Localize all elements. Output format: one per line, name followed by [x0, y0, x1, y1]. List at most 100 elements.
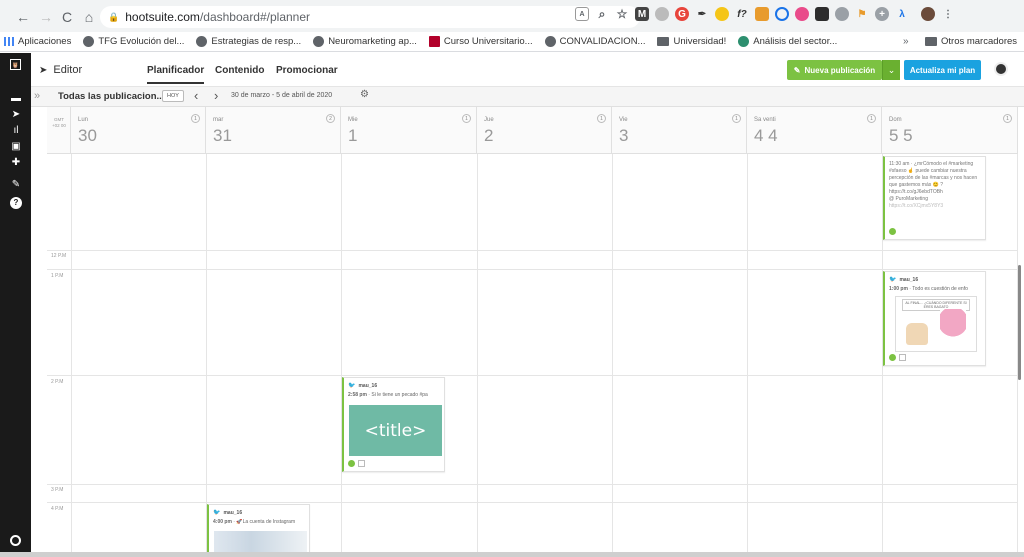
ext-dark-icon[interactable]: [815, 7, 829, 21]
publisher-icon[interactable]: ➤: [10, 109, 22, 121]
scheduled-post-card[interactable]: 🐦 mau_16 2:58 pm · Si le tiene un pecado …: [342, 377, 445, 472]
ext-blue-ring-icon[interactable]: [775, 7, 789, 21]
ext-heart-icon[interactable]: [795, 7, 809, 21]
twitter-icon: 🐦: [889, 277, 897, 283]
home-button[interactable]: ⌂: [78, 6, 100, 28]
ext-plus-icon[interactable]: +: [875, 7, 889, 21]
day-header[interactable]: Sa venti 4 4 1: [747, 107, 882, 154]
bookmark-item[interactable]: Análisis del sector...: [738, 36, 837, 47]
bookmark-item[interactable]: Universidad!: [657, 36, 726, 47]
other-bookmarks[interactable]: Otros marcadores: [925, 36, 1017, 47]
new-post-dropdown[interactable]: ⌄: [882, 60, 900, 80]
zoom-icon[interactable]: ⌕: [595, 7, 609, 21]
grid-divider: [341, 154, 342, 552]
post-text: 1:00 pm · Todo es cuestión de enfo: [889, 286, 968, 292]
next-week-button[interactable]: ›: [214, 88, 218, 103]
pen-ext-icon[interactable]: ✒: [695, 7, 709, 21]
tab-planner[interactable]: Planificador: [147, 65, 205, 84]
globe-icon: [738, 36, 750, 47]
streams-icon[interactable]: ▬: [10, 93, 22, 105]
day-number: 4 4: [754, 126, 778, 145]
star-icon[interactable]: ☆: [615, 7, 629, 21]
grid-divider: [47, 502, 1018, 503]
cupcake-plain-illustration: [906, 323, 928, 345]
profile-icon[interactable]: [10, 535, 21, 546]
ext-gray-icon[interactable]: [655, 7, 669, 21]
post-text: 11:30 am · ¿mrCómodo el #marketing #sfae…: [889, 161, 978, 195]
help-icon[interactable]: ?: [10, 197, 22, 209]
twitter-icon: 🐦: [348, 383, 356, 389]
owl-logo-icon[interactable]: 🦉: [10, 59, 21, 70]
bookmark-label: TFG Evolución del...: [98, 36, 185, 47]
expand-sidebar-button[interactable]: »: [34, 90, 40, 102]
globe-icon: [196, 36, 208, 47]
grid-divider: [47, 375, 1018, 376]
day-header[interactable]: Lun 30 1: [71, 107, 206, 154]
editor-link[interactable]: ➤ Editor: [39, 64, 82, 76]
forward-button[interactable]: →: [35, 6, 57, 28]
prev-week-button[interactable]: ‹: [194, 88, 198, 103]
day-header[interactable]: Jue 2 1: [477, 107, 612, 154]
tab-content[interactable]: Contenido: [215, 65, 264, 76]
reload-button[interactable]: C: [56, 6, 78, 28]
scheduled-post-card[interactable]: 🐦 mau_16 1:00 pm · Todo es cuestión de en…: [883, 271, 986, 366]
bookmark-item[interactable]: TFG Evolución del...: [83, 36, 184, 47]
day-header[interactable]: Dom 5 5 1: [882, 107, 1018, 154]
ext-orange-icon[interactable]: [755, 7, 769, 21]
bookmark-label: Análisis del sector...: [753, 36, 838, 47]
apps-icon[interactable]: ✚: [10, 157, 22, 169]
calendar-scrollbar[interactable]: [1018, 265, 1021, 380]
post-username: mau_16: [223, 509, 243, 516]
day-name: mar: [213, 117, 224, 123]
time-label: 4 P.M: [51, 506, 64, 512]
apps-grid-icon: [4, 37, 14, 46]
post-text: 4:00 pm · 🚀La cuenta de Instagram: [213, 519, 296, 525]
globe-icon: [544, 36, 556, 47]
day-header[interactable]: Mie 1 1: [341, 107, 477, 154]
user-avatar[interactable]: [994, 62, 1008, 76]
bookmark-item[interactable]: Neuromarketing ap...: [313, 36, 417, 47]
ext-yellow-icon[interactable]: [715, 7, 729, 21]
post-username: mau_16: [358, 382, 378, 389]
ext-lambda-icon[interactable]: λ: [895, 7, 909, 21]
translate-icon[interactable]: A: [575, 7, 589, 21]
assignments-icon[interactable]: ▣: [10, 141, 22, 153]
menu-dots-icon[interactable]: ⋮: [941, 7, 955, 21]
image-attachment-icon: [358, 460, 365, 467]
back-button[interactable]: ←: [12, 6, 34, 28]
tools-icon[interactable]: ✎: [10, 179, 22, 191]
day-name: Sa venti: [754, 117, 776, 123]
scheduled-post-card[interactable]: 🐦 mau_16 4:00 pm · 🚀La cuenta de Instagra…: [207, 504, 310, 552]
bookmark-item[interactable]: Aplicaciones: [18, 36, 71, 47]
post-count-badge: 1: [1003, 114, 1012, 123]
upgrade-button[interactable]: Actualiza mi plan: [904, 60, 981, 80]
formula-ext-icon[interactable]: f?: [735, 7, 749, 21]
time-label: 3 P.M: [51, 487, 64, 493]
address-bar[interactable]: 🔒 hootsuite.com/dashboard#/planner: [100, 6, 640, 28]
streams-selector[interactable]: Todas las publicacion...: [58, 91, 164, 102]
bookmark-item[interactable]: Estrategias de resp...: [196, 36, 301, 47]
ext-flag-icon[interactable]: ⚑: [855, 7, 869, 21]
post-body: Si le tiene un pecado #pa: [371, 392, 428, 398]
planner-toolbar: » Todas las publicacion... HOY ‹ › 30 de…: [31, 87, 1024, 107]
new-post-button[interactable]: ✎ Nueva publicación: [787, 60, 882, 80]
globe-icon: [313, 36, 325, 47]
bookmark-item[interactable]: Curso Universitario...: [428, 36, 533, 47]
paper-plane-icon: ➤: [39, 64, 48, 76]
bookmark-item[interactable]: CONVALIDACION...: [544, 36, 645, 47]
post-count-badge: 1: [867, 114, 876, 123]
day-header[interactable]: mar 31 2: [206, 107, 341, 154]
bookmark-label: Universidad!: [673, 36, 727, 47]
settings-gear-icon[interactable]: ⚙: [360, 89, 369, 100]
gmail-ext-icon[interactable]: M: [635, 7, 649, 21]
profile-avatar-icon[interactable]: [921, 7, 935, 21]
timezone-header: GMT +02 00: [47, 107, 71, 154]
bookmarks-more-button[interactable]: »: [903, 36, 909, 47]
tab-promote[interactable]: Promocionar: [276, 65, 338, 76]
ext-red-icon[interactable]: G: [675, 7, 689, 21]
ext-grey2-icon[interactable]: [835, 7, 849, 21]
today-button[interactable]: HOY: [162, 90, 184, 102]
scheduled-post-card[interactable]: 11:30 am · ¿mrCómodo el #marketing #sfae…: [883, 156, 986, 240]
analytics-icon[interactable]: ıl: [10, 125, 22, 137]
day-header[interactable]: Vie 3 1: [612, 107, 747, 154]
